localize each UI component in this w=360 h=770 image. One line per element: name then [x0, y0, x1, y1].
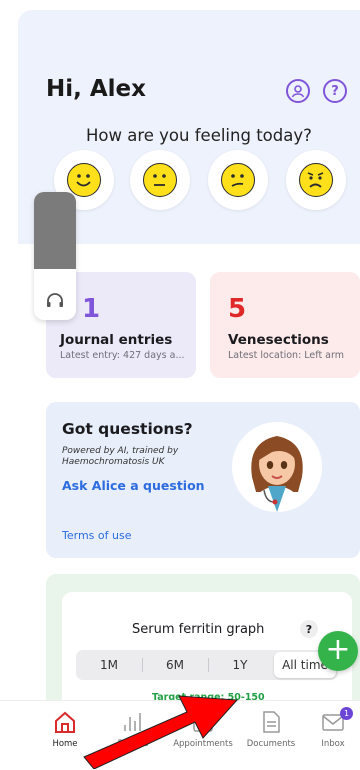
headphones-icon — [47, 293, 63, 307]
graph-title: Serum ferritin graph — [132, 622, 265, 637]
annotation-arrow-icon — [83, 695, 239, 769]
graph-help-button[interactable]: ? — [300, 620, 318, 638]
document-icon — [263, 711, 280, 733]
sad-face-icon — [299, 163, 333, 197]
mood-sad-button[interactable] — [286, 150, 346, 210]
journal-title: Journal entries — [60, 332, 173, 348]
plus-icon: + — [325, 632, 351, 667]
add-entry-button[interactable]: + — [318, 631, 358, 671]
qa-title: Got questions? — [62, 420, 193, 438]
volume-overlay[interactable] — [34, 192, 76, 320]
ask-alice-link[interactable]: Ask Alice a question — [62, 478, 205, 493]
venesection-subtitle: Latest location: Left arm — [228, 350, 344, 361]
mood-confused-button[interactable] — [208, 150, 268, 210]
greeting-title: Hi, Alex — [46, 76, 146, 102]
ask-alice-card: Got questions? Powered by AI, trained by… — [46, 402, 360, 558]
question-circle-icon[interactable]: ? — [323, 79, 347, 103]
confused-face-icon — [221, 163, 255, 197]
qa-powered-by: Powered by AI, trained by Haemochromatos… — [62, 446, 179, 467]
nav-inbox-label: Inbox — [321, 739, 345, 749]
mood-neutral-button[interactable] — [130, 150, 190, 210]
profile-icon[interactable] — [286, 79, 310, 103]
alice-avatar — [232, 422, 322, 512]
nav-inbox[interactable]: 1 Inbox — [298, 707, 360, 749]
inbox-badge: 1 — [340, 707, 353, 720]
journal-count: 1 — [82, 294, 101, 324]
journal-subtitle: Latest entry: 427 days a... — [60, 350, 185, 361]
terms-of-use-link[interactable]: Terms of use — [62, 529, 131, 542]
venesection-title: Venesections — [228, 332, 329, 348]
venesections-card[interactable]: 5 Venesections Latest location: Left arm — [210, 272, 360, 378]
neutral-face-icon — [143, 163, 177, 197]
volume-level-fill — [34, 192, 76, 269]
mood-question: How are you feeling today? — [86, 126, 312, 145]
venesection-count: 5 — [228, 294, 247, 324]
